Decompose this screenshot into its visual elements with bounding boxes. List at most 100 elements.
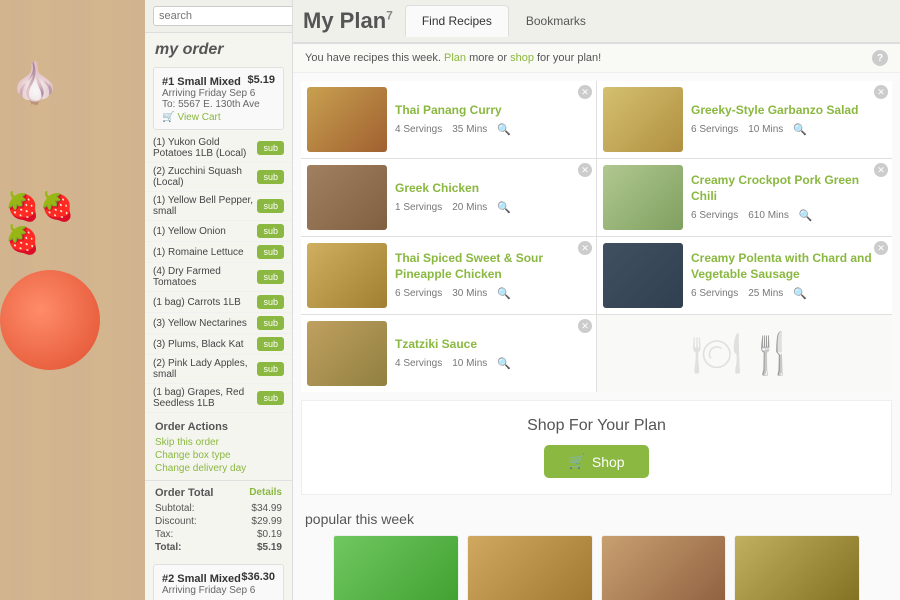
tax-label: Tax: [155,529,173,540]
recipe-card: Tzatziki Sauce 4 Servings 10 Mins 🔍 ✕ [301,315,596,392]
sub-button[interactable]: sub [257,337,284,351]
recipe-time: 10 Mins [452,358,487,369]
recipe-meta: 6 Servings 10 Mins 🔍 [691,123,886,136]
notification-bar: You have recipes this week. Plan more or… [293,44,900,73]
sub-button[interactable]: sub [257,295,284,309]
order-item-name: (2) Zucchini Squash (Local) [153,166,257,188]
tax-value: $0.19 [257,529,282,540]
order-arriving-1: Arriving Friday Sep 6 [162,88,275,99]
recipe-servings: 1 Servings [395,202,442,213]
my-order-title: my order [145,33,292,63]
recipe-image [603,87,683,152]
recipe-info: Thai Spiced Sweet & Sour Pineapple Chick… [395,251,590,299]
recipe-time: 20 Mins [452,202,487,213]
order-item: (1) Yellow Onion sub [145,221,292,242]
sub-button[interactable]: sub [257,391,284,405]
remove-recipe-button[interactable]: ✕ [578,241,592,255]
remove-recipe-button[interactable]: ✕ [874,163,888,177]
grapefruit-icon [0,270,100,370]
sub-button[interactable]: sub [257,245,284,259]
recipe-image [307,87,387,152]
order-box-2: $36.30 #2 Small Mixed Arriving Friday Se… [153,564,284,600]
header-tabs: My Plan7 Find Recipes Bookmarks [293,0,900,44]
order-item: (2) Pink Lady Apples, small sub [145,355,292,384]
recipe-image [307,321,387,386]
popular-card[interactable]: Chickpea Quinoa Pineapple Burgers 10 peo… [601,535,727,600]
subtotal-value: $34.99 [251,503,282,514]
total-value: $5.19 [257,542,282,553]
cart-icon-btn: 🛒 [568,453,585,470]
order-item: (1) Yellow Bell Pepper, small sub [145,192,292,221]
popular-card[interactable]: Swiss Chard Lasagna Rollups 12 people ma… [467,535,593,600]
change-delivery-link[interactable]: Change delivery day [155,463,282,474]
sub-button[interactable]: sub [257,199,284,213]
order-total-label: Order Total [155,487,213,499]
popular-card[interactable]: Spinach and Mushroom Quesadillas 10 peop… [734,535,860,600]
skip-order-link[interactable]: Skip this order [155,437,282,448]
order-details-link[interactable]: Details [249,487,282,499]
recipe-name[interactable]: Tzatziki Sauce [395,337,590,353]
popular-section: popular this week ‹ Mango-Strawberry Sup… [293,503,900,600]
shop-link[interactable]: shop [510,52,534,64]
sub-button[interactable]: sub [257,362,284,376]
recipe-info: Creamy Crockpot Pork Green Chili 6 Servi… [691,173,886,221]
view-cart-link[interactable]: 🛒 View Cart [162,112,275,123]
subtotal-label: Subtotal: [155,503,194,514]
recipe-name[interactable]: Thai Spiced Sweet & Sour Pineapple Chick… [395,251,590,282]
remove-recipe-button[interactable]: ✕ [578,163,592,177]
plan-link[interactable]: Plan [444,52,466,64]
recipe-name[interactable]: Thai Panang Curry [395,103,590,119]
recipe-card: Creamy Crockpot Pork Green Chili 6 Servi… [597,159,892,236]
recipe-name[interactable]: Greek Chicken [395,181,590,197]
change-box-link[interactable]: Change box type [155,450,282,461]
order-box-1: $5.19 #1 Small Mixed Arriving Friday Sep… [153,67,284,130]
discount-row: Discount: $29.99 [155,515,282,528]
recipe-search-icon[interactable]: 🔍 [793,123,807,136]
recipe-info: Greeky-Style Garbanzo Salad 6 Servings 1… [691,103,886,136]
order-actions-section: Order Actions Skip this order Change box… [145,413,292,480]
recipe-time: 35 Mins [452,124,487,135]
sub-button[interactable]: sub [257,270,284,284]
recipe-servings: 4 Servings [395,358,442,369]
recipe-search-icon[interactable]: 🔍 [497,287,511,300]
order-item: (3) Yellow Nectarines sub [145,313,292,334]
recipe-card: Thai Spiced Sweet & Sour Pineapple Chick… [301,237,596,314]
help-icon[interactable]: ? [872,50,888,66]
recipe-name[interactable]: Creamy Polenta with Chard and Vegetable … [691,251,886,282]
recipe-name[interactable]: Greeky-Style Garbanzo Salad [691,103,886,119]
recipe-card: 🍽🍴 [597,315,892,392]
order-item-name: (1) Yellow Bell Pepper, small [153,195,257,217]
popular-card[interactable]: Mango-Strawberry Supergreens Smoothie 12… [333,535,459,600]
remove-recipe-button[interactable]: ✕ [874,85,888,99]
recipe-search-icon[interactable]: 🔍 [497,123,511,136]
sub-button[interactable]: sub [257,316,284,330]
shop-section-title: Shop For Your Plan [318,417,875,435]
tab-find-recipes[interactable]: Find Recipes [405,5,509,37]
remove-recipe-button[interactable]: ✕ [578,319,592,333]
recipe-meta: 6 Servings 610 Mins 🔍 [691,209,886,222]
recipe-search-icon[interactable]: 🔍 [793,287,807,300]
recipe-servings: 6 Servings [395,288,442,299]
order-item-name: (3) Yellow Nectarines [153,318,257,329]
recipe-search-icon[interactable]: 🔍 [497,201,511,214]
remove-recipe-button[interactable]: ✕ [578,85,592,99]
sub-button[interactable]: sub [257,224,284,238]
order-item: (1 bag) Carrots 1LB sub [145,292,292,313]
sub-button[interactable]: sub [257,170,284,184]
total-row: Total: $5.19 [155,541,282,554]
recipe-name[interactable]: Creamy Crockpot Pork Green Chili [691,173,886,204]
recipe-servings: 6 Servings [691,210,738,221]
recipe-search-icon[interactable]: 🔍 [799,209,813,222]
popular-image [468,536,592,600]
recipe-meta: 6 Servings 25 Mins 🔍 [691,287,886,300]
recipe-search-icon[interactable]: 🔍 [497,357,511,370]
recipe-info: Creamy Polenta with Chard and Vegetable … [691,251,886,299]
shop-button[interactable]: 🛒 Shop [544,445,648,478]
remove-recipe-button[interactable]: ✕ [874,241,888,255]
popular-image [334,536,458,600]
recipe-meta: 4 Servings 10 Mins 🔍 [395,357,590,370]
search-input[interactable] [153,6,293,26]
sub-button[interactable]: sub [257,141,284,155]
tab-bookmarks[interactable]: Bookmarks [509,5,603,37]
order-title-1: #1 Small Mixed [162,76,241,88]
